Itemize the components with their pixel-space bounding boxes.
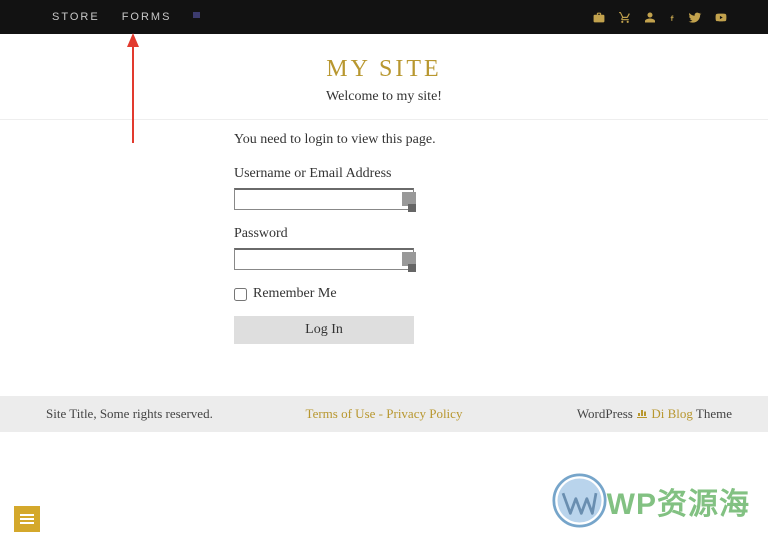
footer-theme: WordPress Di Blog Theme — [577, 406, 732, 422]
footer-sep: - — [375, 406, 386, 421]
password-manager-sub-icon — [408, 264, 416, 272]
remember-row: Remember Me — [234, 286, 624, 302]
footer-right-suffix: Theme — [693, 406, 732, 421]
password-label: Password — [234, 226, 624, 242]
topbar-right — [592, 11, 728, 24]
site-tagline: Welcome to my site! — [0, 89, 768, 105]
nav-forms[interactable]: FORMS — [122, 11, 172, 23]
privacy-link[interactable]: Privacy Policy — [386, 406, 462, 421]
briefcase-icon[interactable] — [592, 11, 606, 24]
login-form: Username or Email Address Password Remem… — [144, 166, 624, 344]
password-manager-sub-icon — [408, 204, 416, 212]
cart-icon[interactable] — [618, 11, 632, 24]
footer-links: Terms of Use - Privacy Policy — [306, 406, 463, 422]
footer-brand-link[interactable]: Di Blog — [651, 406, 693, 421]
user-icon[interactable] — [644, 11, 656, 24]
username-input[interactable] — [234, 188, 414, 210]
hamburger-icon — [20, 514, 34, 524]
login-message: You need to login to view this page. — [144, 132, 624, 148]
terms-link[interactable]: Terms of Use — [306, 406, 376, 421]
username-wrap — [234, 188, 414, 210]
watermark: WP资源海 — [552, 473, 750, 528]
twitter-icon[interactable] — [688, 11, 702, 24]
remember-checkbox[interactable] — [234, 288, 247, 301]
footer: Site Title, Some rights reserved. Terms … — [0, 396, 768, 432]
username-label: Username or Email Address — [234, 166, 624, 182]
password-input[interactable] — [234, 248, 414, 270]
site-title: MY SITE — [0, 56, 768, 83]
menu-fab[interactable] — [14, 506, 40, 532]
login-button[interactable]: Log In — [234, 316, 414, 344]
topbar-left: STORE FORMS — [52, 11, 209, 23]
nav-store[interactable]: STORE — [52, 11, 100, 23]
youtube-icon[interactable] — [714, 11, 728, 24]
flag-us-icon[interactable] — [193, 12, 209, 23]
site-header: MY SITE Welcome to my site! — [0, 34, 768, 120]
wordpress-logo-icon — [552, 473, 607, 528]
facebook-icon[interactable] — [668, 11, 676, 24]
footer-right-prefix: WordPress — [577, 406, 636, 421]
password-wrap — [234, 248, 414, 270]
login-content: You need to login to view this page. Use… — [144, 120, 624, 344]
remember-label: Remember Me — [253, 286, 337, 302]
footer-copyright: Site Title, Some rights reserved. — [46, 406, 213, 422]
topbar: STORE FORMS — [0, 0, 768, 34]
watermark-text: WP资源海 — [607, 479, 750, 523]
